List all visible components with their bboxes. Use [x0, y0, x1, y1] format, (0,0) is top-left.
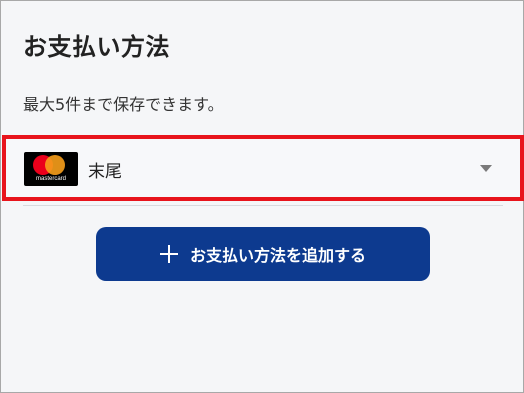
- saved-card-select[interactable]: mastercard 末尾: [2, 135, 524, 201]
- divider: [23, 205, 503, 206]
- plus-icon: [159, 245, 178, 263]
- add-payment-method-button[interactable]: お支払い方法を追加する: [96, 227, 430, 281]
- mastercard-wordmark: mastercard: [35, 176, 66, 182]
- mastercard-logo-icon: mastercard: [24, 152, 78, 186]
- payment-methods-panel: お支払い方法 最大5件まで保存できます。 mastercard 末尾 お支払い方…: [0, 0, 524, 393]
- add-payment-method-label: お支払い方法を追加する: [189, 246, 366, 265]
- card-label: 末尾: [88, 162, 122, 182]
- max-saved-note: 最大5件まで保存できます。: [23, 95, 224, 114]
- page-title: お支払い方法: [23, 33, 170, 61]
- mastercard-orange-circle: [45, 155, 65, 175]
- chevron-down-icon[interactable]: [480, 165, 492, 172]
